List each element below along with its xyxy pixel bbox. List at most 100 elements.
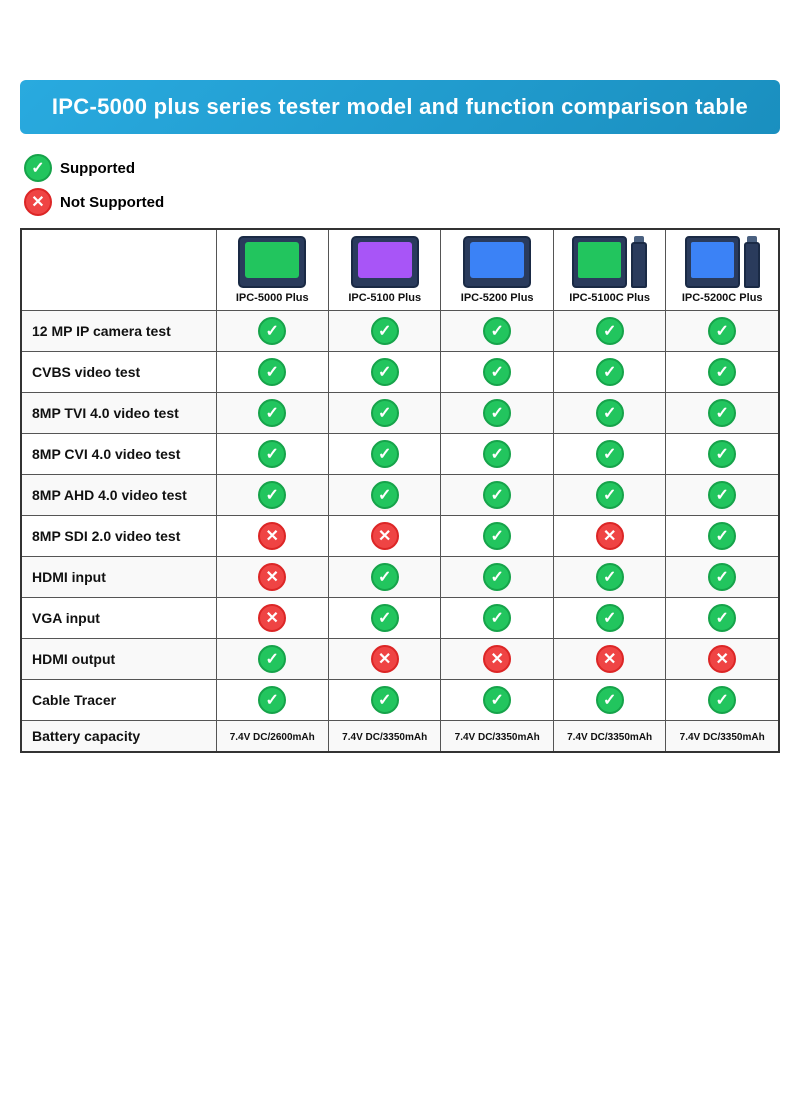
device-img-4 bbox=[670, 236, 774, 288]
cross-icon: ✕ bbox=[708, 645, 736, 673]
check-icon: ✓ bbox=[708, 317, 736, 345]
check-icon: ✓ bbox=[258, 440, 286, 468]
check-icon: ✓ bbox=[596, 399, 624, 427]
check-icon: ✓ bbox=[371, 563, 399, 591]
check-icon: ✓ bbox=[371, 481, 399, 509]
feature-value: 7.4V DC/3350mAh bbox=[328, 721, 440, 753]
feature-value: ✕ bbox=[666, 639, 779, 680]
feature-value: ✓ bbox=[328, 598, 440, 639]
table-row: 8MP CVI 4.0 video test ✓ ✓ ✓ ✓ ✓ bbox=[21, 434, 779, 475]
feature-value: ✓ bbox=[216, 393, 328, 434]
check-icon: ✓ bbox=[258, 317, 286, 345]
feature-value: 7.4V DC/3350mAh bbox=[441, 721, 553, 753]
feature-value: ✓ bbox=[666, 352, 779, 393]
check-icon: ✓ bbox=[708, 481, 736, 509]
table-row: Cable Tracer✓✓✓✓✓ bbox=[21, 680, 779, 721]
page-title: IPC-5000 plus series tester model and fu… bbox=[40, 94, 760, 120]
table-row: Battery capacity7.4V DC/2600mAh7.4V DC/3… bbox=[21, 721, 779, 753]
check-icon: ✓ bbox=[258, 481, 286, 509]
check-icon: ✓ bbox=[258, 645, 286, 673]
cross-icon: ✕ bbox=[596, 645, 624, 673]
feature-value: ✓ bbox=[328, 557, 440, 598]
legend-not-supported: ✕ Not Supported bbox=[24, 188, 164, 216]
feature-value: ✓ bbox=[441, 516, 553, 557]
feature-label: HDMI output bbox=[21, 639, 216, 680]
supported-label: Supported bbox=[60, 160, 135, 177]
table-row: CVBS video test✓✓✓✓✓ bbox=[21, 352, 779, 393]
feature-value: 7.4V DC/3350mAh bbox=[553, 721, 665, 753]
check-icon: ✓ bbox=[258, 399, 286, 427]
feature-value: ✓ bbox=[328, 352, 440, 393]
table-row: 12 MP IP camera test✓✓✓✓✓ bbox=[21, 311, 779, 352]
feature-value: ✓ bbox=[216, 639, 328, 680]
feature-label: HDMI input bbox=[21, 557, 216, 598]
check-icon: ✓ bbox=[371, 317, 399, 345]
feature-value: ✓ bbox=[666, 434, 779, 475]
model-name-2: IPC-5200 Plus bbox=[445, 288, 548, 308]
check-icon: ✓ bbox=[708, 399, 736, 427]
feature-value: ✓ bbox=[553, 311, 665, 352]
model-name-0: IPC-5000 Plus bbox=[221, 288, 324, 308]
legend: ✓ Supported ✕ Not Supported bbox=[24, 154, 164, 216]
table-row: HDMI input✕✓✓✓✓ bbox=[21, 557, 779, 598]
device-img-3 bbox=[558, 236, 661, 288]
feature-value: ✕ bbox=[553, 516, 665, 557]
feature-value: ✓ bbox=[216, 434, 328, 475]
title-bar: IPC-5000 plus series tester model and fu… bbox=[20, 80, 780, 134]
check-icon: ✓ bbox=[708, 522, 736, 550]
check-icon: ✓ bbox=[596, 440, 624, 468]
feature-value: ✓ bbox=[666, 311, 779, 352]
feature-value: ✓ bbox=[553, 434, 665, 475]
feature-value: ✓ bbox=[441, 352, 553, 393]
feature-value: ✓ bbox=[666, 516, 779, 557]
feature-label: 8MP TVI 4.0 video test bbox=[21, 393, 216, 434]
feature-value: ✕ bbox=[328, 639, 440, 680]
feature-value: ✓ bbox=[216, 311, 328, 352]
check-icon: ✓ bbox=[483, 481, 511, 509]
check-icon: ✓ bbox=[483, 522, 511, 550]
feature-value: ✕ bbox=[328, 516, 440, 557]
cross-icon: ✕ bbox=[371, 522, 399, 550]
table-row: 8MP TVI 4.0 video test✓✓✓✓✓ bbox=[21, 393, 779, 434]
check-icon: ✓ bbox=[596, 604, 624, 632]
feature-value: ✕ bbox=[441, 639, 553, 680]
check-icon: ✓ bbox=[371, 358, 399, 386]
header-model-0: IPC-5000 Plus bbox=[216, 229, 328, 311]
feature-value: ✓ bbox=[666, 393, 779, 434]
header-model-2: IPC-5200 Plus bbox=[441, 229, 553, 311]
table-row: 8MP AHD 4.0 video test✓✓✓✓✓ bbox=[21, 475, 779, 516]
cross-icon: ✕ bbox=[258, 604, 286, 632]
check-icon: ✓ bbox=[596, 317, 624, 345]
check-icon: ✓ bbox=[596, 481, 624, 509]
check-icon: ✓ bbox=[596, 686, 624, 714]
feature-value: ✓ bbox=[553, 475, 665, 516]
cross-icon: ✕ bbox=[371, 645, 399, 673]
table-row: 8MP SDI 2.0 video test✕✕✓✕✓ bbox=[21, 516, 779, 557]
check-icon: ✓ bbox=[483, 604, 511, 632]
check-icon: ✓ bbox=[708, 440, 736, 468]
device-img-1 bbox=[351, 236, 419, 288]
check-icon: ✓ bbox=[371, 440, 399, 468]
comparison-table: IPC-5000 Plus IPC-5100 Plus IPC-5200 Plu… bbox=[20, 228, 780, 753]
table-row: HDMI output ✓ ✕ ✕ ✕ ✕ bbox=[21, 639, 779, 680]
feature-value: ✓ bbox=[441, 434, 553, 475]
feature-value: ✓ bbox=[666, 475, 779, 516]
check-icon: ✓ bbox=[708, 563, 736, 591]
check-icon: ✓ bbox=[258, 358, 286, 386]
feature-value: ✓ bbox=[441, 680, 553, 721]
not-supported-icon: ✕ bbox=[24, 188, 52, 216]
check-icon: ✓ bbox=[483, 317, 511, 345]
check-icon: ✓ bbox=[596, 358, 624, 386]
cross-icon: ✕ bbox=[258, 563, 286, 591]
feature-value: ✕ bbox=[216, 557, 328, 598]
feature-value: ✓ bbox=[216, 352, 328, 393]
feature-value: ✕ bbox=[216, 598, 328, 639]
feature-value: ✓ bbox=[328, 475, 440, 516]
feature-value: ✓ bbox=[666, 680, 779, 721]
check-icon: ✓ bbox=[371, 604, 399, 632]
feature-value: ✓ bbox=[441, 598, 553, 639]
feature-value: ✓ bbox=[441, 393, 553, 434]
feature-label: 8MP CVI 4.0 video test bbox=[21, 434, 216, 475]
feature-label: Cable Tracer bbox=[21, 680, 216, 721]
check-icon: ✓ bbox=[708, 686, 736, 714]
